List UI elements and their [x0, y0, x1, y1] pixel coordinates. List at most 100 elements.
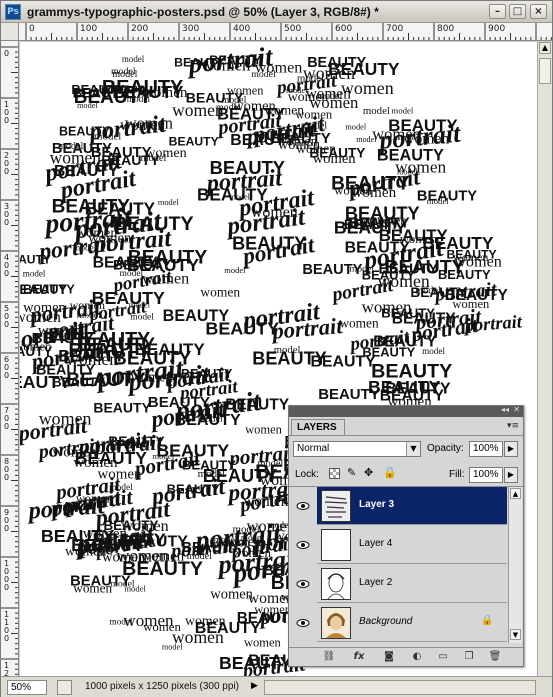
artwork-word: BEAUTY	[182, 540, 241, 556]
visibility-eye-icon[interactable]	[291, 487, 315, 525]
opacity-slider-arrow[interactable]: ▶	[504, 441, 518, 457]
artwork-word: model	[111, 66, 136, 77]
visibility-eye-icon[interactable]	[291, 526, 315, 564]
new-layer-icon[interactable]: ❐	[461, 651, 477, 665]
visibility-eye-icon[interactable]	[291, 604, 315, 642]
status-menu-icon[interactable]	[57, 680, 72, 695]
artwork-word: women	[76, 226, 117, 241]
artwork-word: BEAUTY	[371, 360, 452, 382]
artwork-word: women	[244, 636, 282, 650]
ruler-label: 600	[335, 24, 353, 34]
ruler-label: 200	[4, 151, 10, 176]
artwork-word: model	[162, 643, 183, 652]
ruler-label: 700	[4, 406, 10, 431]
layer-row-layer-4[interactable]: Layer 4	[317, 526, 507, 564]
artwork-word: BEAUTY	[232, 234, 306, 254]
title-bar[interactable]: Ps grammys-typographic-posters.psd @ 50%…	[1, 1, 552, 23]
artwork-word: BEAUTY	[169, 135, 219, 149]
lock-brush-icon[interactable]: ✎	[347, 466, 356, 479]
scroll-up-arrow[interactable]: ▲	[510, 488, 521, 499]
ruler-label: 400	[4, 253, 10, 278]
horizontal-scrollbar[interactable]	[264, 680, 536, 695]
fill-slider-arrow[interactable]: ▶	[504, 467, 518, 483]
artwork-word: women	[362, 297, 412, 316]
fx-icon[interactable]: fx	[351, 651, 367, 665]
zoom-field[interactable]: 50%	[7, 680, 47, 695]
collapse-icon[interactable]: ◂◂	[501, 405, 509, 414]
artwork-word: women	[73, 455, 118, 471]
artwork-word: BEAUTY	[331, 173, 410, 194]
status-bar: 50% 1000 pixels x 1250 pixels (300 ppi) …	[1, 676, 552, 697]
ruler-label: 900	[4, 508, 10, 533]
layers-panel: ◂◂ ✕ LAYERS ▾≡ Normal ▼ Opacity: 100% ▶ …	[288, 405, 524, 667]
ruler-label: 1000	[4, 559, 10, 592]
artwork-word: BEAUTY	[163, 307, 230, 325]
layer-thumbnail	[321, 529, 351, 561]
visibility-eye-icon[interactable]	[291, 565, 315, 603]
ruler-corner[interactable]	[1, 23, 19, 41]
fill-field[interactable]: 100%	[469, 467, 503, 483]
artwork-word: model	[391, 105, 413, 115]
photoshop-icon: Ps	[5, 4, 21, 20]
folder-icon[interactable]: ▭	[435, 651, 451, 665]
artwork-word: women	[278, 137, 320, 153]
layer-name[interactable]: Layer 4	[359, 538, 392, 549]
maximize-button[interactable]: □	[509, 4, 526, 19]
panel-close-icon[interactable]: ✕	[513, 405, 520, 414]
layer-row-layer-2[interactable]: Layer 2	[317, 565, 507, 603]
artwork-word: women	[245, 423, 283, 437]
panel-title-strip[interactable]: ◂◂ ✕	[289, 405, 523, 417]
close-button[interactable]: ×	[530, 4, 547, 19]
adjustment-icon[interactable]: ◐	[409, 651, 425, 665]
artwork-word: women	[201, 56, 251, 75]
artwork-word: model	[356, 135, 377, 144]
ruler-label: 500	[284, 24, 302, 34]
artwork-word: BEAUTY	[417, 188, 477, 204]
artwork-word: BEAUTY	[174, 411, 240, 429]
scroll-up-arrow[interactable]: ▲	[539, 42, 551, 54]
artwork-word: model	[198, 468, 225, 480]
artwork-word: BEAUTY	[377, 147, 444, 165]
layer-name[interactable]: Background	[359, 616, 412, 627]
artwork-word: BEAUTY	[422, 233, 494, 253]
lock-move-icon[interactable]: ✥	[364, 466, 373, 479]
artwork-word: model	[129, 300, 151, 310]
horizontal-ruler[interactable]: 0 100 200 300 400 500 600 700 800 900	[19, 23, 552, 41]
artwork-word: women	[101, 79, 146, 96]
status-arrow-icon[interactable]: ▶	[251, 681, 258, 691]
chevron-down-icon[interactable]: ▼	[406, 442, 420, 456]
ruler-label: 300	[182, 24, 200, 34]
blend-mode-select[interactable]: Normal ▼	[293, 441, 421, 457]
fill-label: Fill:	[449, 469, 465, 480]
vertical-ruler[interactable]: 0 100 200 300 400 500 600 700 800 900 1000 1100 1200	[1, 41, 19, 676]
scroll-down-arrow[interactable]: ▼	[510, 629, 521, 640]
artwork-word: model	[351, 219, 372, 228]
lock-transparency-icon[interactable]	[329, 468, 340, 479]
panel-menu-icon[interactable]: ▾≡	[507, 421, 519, 431]
artwork-word: women	[306, 85, 352, 102]
trash-icon[interactable]: 🗑	[487, 651, 503, 665]
scroll-thumb[interactable]	[539, 58, 551, 84]
artwork-word: model	[23, 269, 46, 279]
lock-all-icon[interactable]: 🔒	[383, 466, 397, 479]
artwork-word: BEAUTY	[93, 400, 151, 416]
artwork-word: model	[345, 122, 367, 131]
layer-lock-icon: 🔒	[481, 615, 494, 626]
mask-icon[interactable]: ◙	[381, 651, 397, 665]
opacity-field[interactable]: 100%	[469, 441, 503, 457]
tab-layers[interactable]: LAYERS	[291, 419, 345, 435]
artwork-word: model	[251, 69, 276, 80]
layer-row-layer-3[interactable]: Layer 3	[317, 487, 507, 525]
minimize-button[interactable]: –	[489, 4, 506, 19]
link-icon[interactable]: ⛓	[321, 651, 337, 665]
ruler-label: 900	[488, 24, 506, 34]
layer-row-background[interactable]: Background 🔒	[317, 604, 507, 642]
ruler-label: 200	[131, 24, 149, 34]
layer-name[interactable]: Layer 2	[359, 577, 392, 588]
ruler-label: 800	[4, 457, 10, 482]
layers-scrollbar[interactable]: ▲ ▼	[508, 487, 522, 643]
artwork-word: BEAUTY	[69, 329, 150, 351]
layer-name[interactable]: Layer 3	[359, 499, 394, 510]
artwork-word: model	[130, 313, 154, 323]
vertical-scrollbar[interactable]: ▲	[537, 42, 552, 676]
